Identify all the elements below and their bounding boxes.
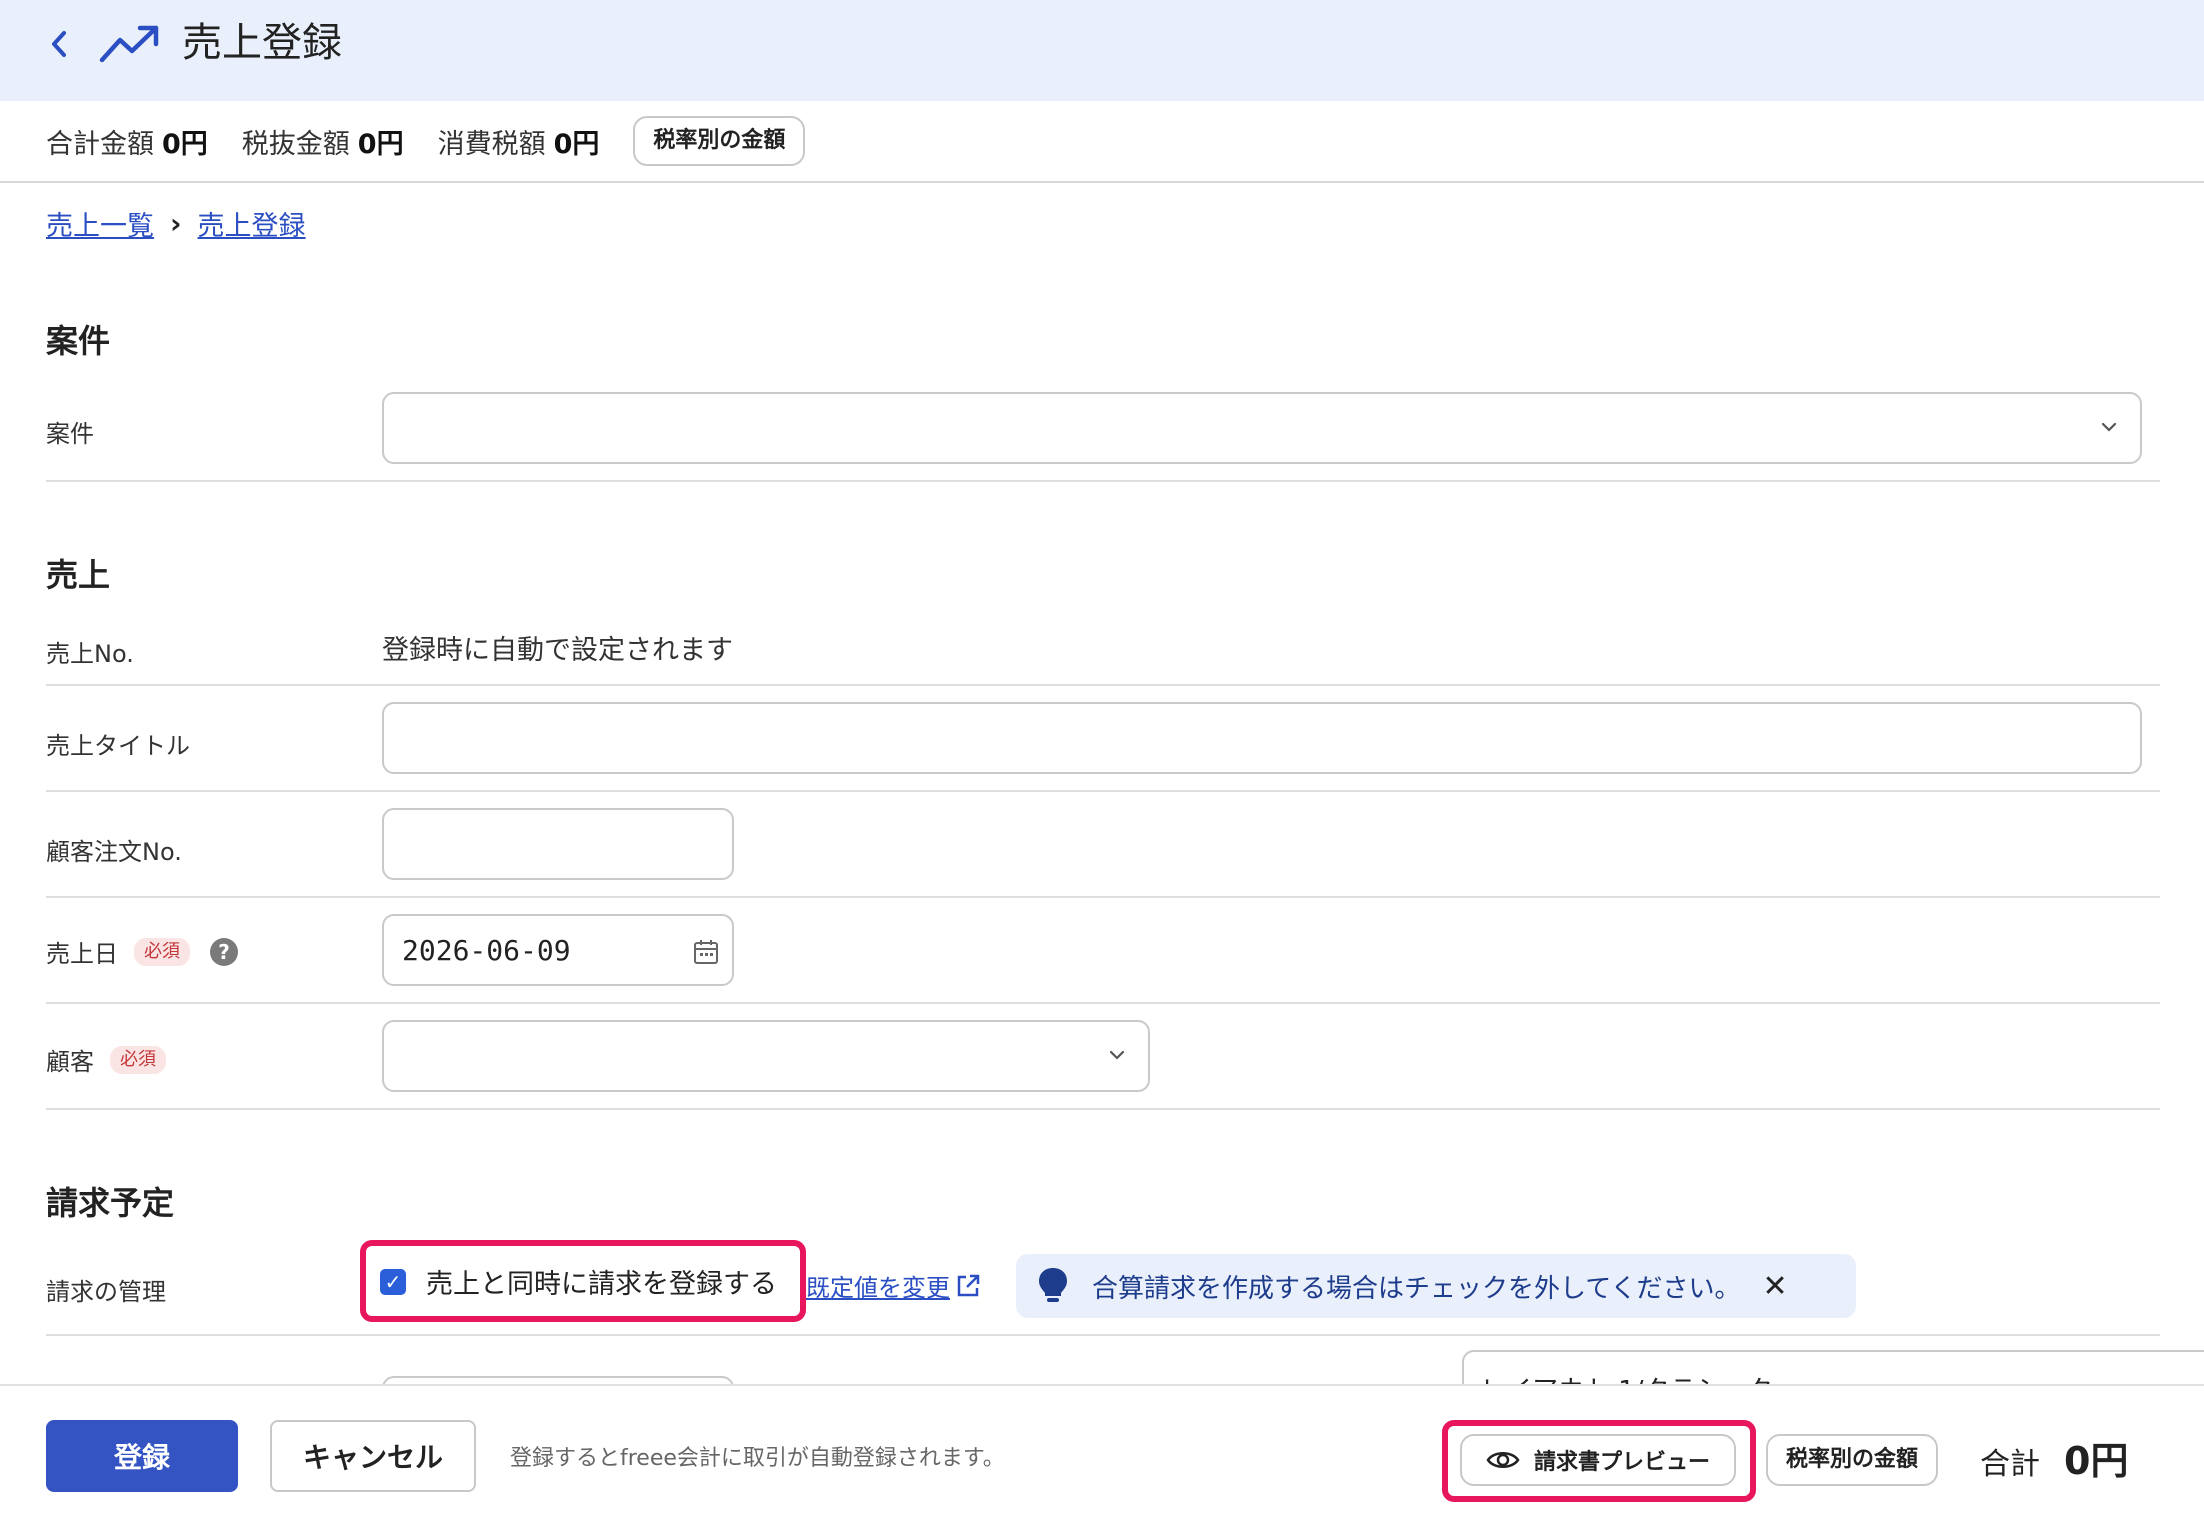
- checkbox-checked-icon[interactable]: ✓: [380, 1268, 406, 1295]
- layout-select-value: レイアウト 1/クラシック: [1480, 1370, 1773, 1384]
- sales-no-value: 登録時に自動で設定されます: [382, 635, 733, 666]
- pretax-amount-value: 0円: [357, 128, 404, 160]
- customer-label-row: 顧客 必須: [46, 1042, 166, 1077]
- page-title: 売上登録: [182, 20, 342, 66]
- breadcrumb-sales-register[interactable]: 売上登録: [198, 204, 306, 243]
- sales-title-input[interactable]: [382, 702, 2142, 774]
- chevron-down-icon: [2101, 422, 2117, 432]
- layout-select[interactable]: レイアウト 1/クラシック: [1462, 1350, 2204, 1384]
- total-amount-label: 合計金額: [46, 128, 154, 160]
- divider: [46, 1108, 2160, 1110]
- total-amount: 合計金額 0円: [46, 122, 208, 161]
- footer-total-label: 合計: [1980, 1447, 2040, 1482]
- breadcrumb-sales-list[interactable]: 売上一覧: [46, 204, 154, 243]
- footer-total: 合計 0円: [1980, 1430, 2128, 1485]
- eye-icon: [1486, 1452, 1520, 1468]
- combined-invoice-tip: 合算請求を作成する場合はチェックを外してください。 ✕: [1016, 1254, 1856, 1318]
- header-bar: 売上登録: [0, 0, 2204, 101]
- change-default-link[interactable]: 既定値を変更: [806, 1268, 982, 1303]
- divider: [46, 1002, 2160, 1004]
- change-default-link-label[interactable]: 既定値を変更: [806, 1268, 950, 1303]
- sales-section-title: 売上: [46, 556, 111, 594]
- external-link-icon: [957, 1274, 980, 1296]
- register-invoice-checkbox-label[interactable]: 売上と同時に請求を登録する: [426, 1262, 777, 1301]
- calendar-icon[interactable]: [692, 938, 720, 966]
- footer-bar: 登録 キャンセル 登録するとfreee会計に取引が自動登録されます。 請求書プレ…: [0, 1384, 2204, 1524]
- footer-note: 登録するとfreee会計に取引が自動登録されます。: [510, 1446, 1005, 1471]
- breadcrumb: 売上一覧 › 売上登録: [46, 204, 306, 243]
- invoice-preview-button[interactable]: 請求書プレビュー: [1460, 1434, 1736, 1486]
- customer-select[interactable]: [382, 1020, 1150, 1092]
- required-badge: 必須: [134, 937, 190, 966]
- sales-date-value: 2026-06-09: [402, 934, 571, 967]
- close-icon[interactable]: ✕: [1762, 1269, 1787, 1304]
- chevron-right-icon: ›: [170, 207, 182, 240]
- help-icon[interactable]: ?: [210, 937, 238, 966]
- sales-date-input[interactable]: 2026-06-09: [382, 914, 734, 986]
- chevron-down-icon: [1109, 1050, 1125, 1060]
- sales-date-label: 売上日: [46, 940, 118, 968]
- sales-no-label: 売上No.: [46, 640, 134, 668]
- project-label: 案件: [46, 420, 94, 448]
- project-section-title: 案件: [46, 322, 111, 360]
- tax-rate-breakdown-button[interactable]: 税率別の金額: [633, 116, 806, 166]
- register-button[interactable]: 登録: [46, 1420, 238, 1492]
- customer-order-no-label: 顧客注文No.: [46, 838, 182, 866]
- amount-summary: 合計金額 0円 税抜金額 0円 消費税額 0円 税率別の金額: [0, 101, 2204, 183]
- pretax-amount-label: 税抜金額: [241, 128, 350, 160]
- sales-date-label-row: 売上日 必須 ?: [46, 934, 238, 969]
- cancel-button[interactable]: キャンセル: [270, 1420, 476, 1492]
- footer-total-value: 0円: [2064, 1439, 2129, 1483]
- customer-label: 顧客: [46, 1048, 94, 1076]
- tax-amount-label: 消費税額: [437, 128, 546, 160]
- layout-select-partial[interactable]: レイアウト 1/クラシック: [1462, 1350, 2204, 1384]
- invoice-preview-label[interactable]: 請求書プレビュー: [1534, 1444, 1710, 1476]
- tax-amount: 消費税額 0円: [438, 122, 600, 161]
- customer-order-no-input[interactable]: [382, 808, 734, 880]
- lightbulb-icon: [1039, 1268, 1067, 1302]
- billing-section-title: 請求予定: [46, 1184, 175, 1222]
- divider: [46, 1334, 2160, 1336]
- required-badge: 必須: [110, 1045, 166, 1074]
- divider: [46, 480, 2160, 482]
- divider: [46, 684, 2160, 686]
- tax-amount-value: 0円: [553, 128, 600, 160]
- tip-text: 合算請求を作成する場合はチェックを外してください。: [1092, 1273, 1741, 1304]
- divider: [46, 896, 2160, 898]
- trending-up-icon: [99, 25, 159, 63]
- billing-management-label: 請求の管理: [46, 1278, 166, 1306]
- total-amount-value: 0円: [162, 128, 208, 160]
- register-invoice-checkbox-row[interactable]: ✓ 売上と同時に請求を登録する: [380, 1262, 777, 1301]
- chevron-left-icon[interactable]: [44, 26, 74, 62]
- project-select[interactable]: [382, 392, 2142, 464]
- divider: [46, 790, 2160, 792]
- pretax-amount: 税抜金額 0円: [242, 122, 404, 161]
- sales-title-label: 売上タイトル: [46, 732, 190, 760]
- footer-tax-rate-breakdown-button[interactable]: 税率別の金額: [1766, 1434, 1939, 1486]
